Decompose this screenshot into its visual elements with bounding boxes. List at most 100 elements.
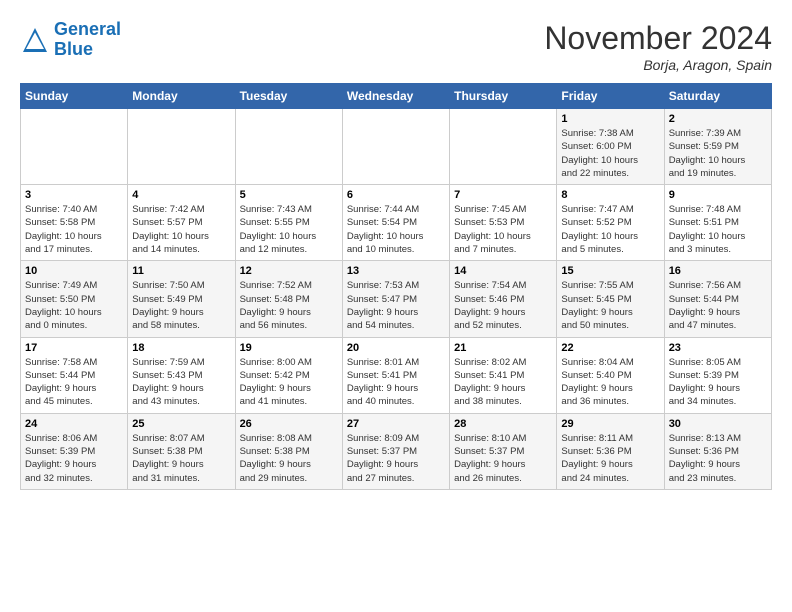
day-number: 3 (25, 189, 123, 201)
calendar-cell: 11 Sunrise: 7:50 AMSunset: 5:49 PMDayligh… (128, 261, 235, 337)
day-info: Sunrise: 7:55 AMSunset: 5:45 PMDaylight:… (561, 279, 659, 332)
day-number: 29 (561, 418, 659, 430)
day-info: Sunrise: 7:53 AMSunset: 5:47 PMDaylight:… (347, 279, 445, 332)
day-info: Sunrise: 8:10 AMSunset: 5:37 PMDaylight:… (454, 432, 552, 485)
weekday-header: Sunday (21, 84, 128, 109)
day-number: 7 (454, 189, 552, 201)
calendar-cell: 22 Sunrise: 8:04 AMSunset: 5:40 PMDayligh… (557, 337, 664, 413)
calendar-cell: 23Sunrise: 8:05 AMSunset: 5:39 PMDayligh… (664, 337, 771, 413)
calendar-cell: 7 Sunrise: 7:45 AMSunset: 5:53 PMDaylight… (450, 185, 557, 261)
day-number: 6 (347, 189, 445, 201)
day-info: Sunrise: 8:13 AMSunset: 5:36 PMDaylight:… (669, 432, 767, 485)
day-number: 27 (347, 418, 445, 430)
month-title: November 2024 (544, 20, 772, 57)
day-info: Sunrise: 8:08 AMSunset: 5:38 PMDaylight:… (240, 432, 338, 485)
logo-text: General Blue (54, 20, 121, 60)
day-info: Sunrise: 8:02 AMSunset: 5:41 PMDaylight:… (454, 356, 552, 409)
calendar-cell: 12Sunrise: 7:52 AMSunset: 5:48 PMDayligh… (235, 261, 342, 337)
calendar-week-row: 3 Sunrise: 7:40 AMSunset: 5:58 PMDaylight… (21, 185, 772, 261)
day-info: Sunrise: 7:58 AMSunset: 5:44 PMDaylight:… (25, 356, 123, 409)
calendar-cell: 15 Sunrise: 7:55 AMSunset: 5:45 PMDayligh… (557, 261, 664, 337)
calendar-cell: 19Sunrise: 8:00 AMSunset: 5:42 PMDayligh… (235, 337, 342, 413)
day-number: 9 (669, 189, 767, 201)
day-info: Sunrise: 8:06 AMSunset: 5:39 PMDaylight:… (25, 432, 123, 485)
logo-general: General (54, 19, 121, 39)
calendar-cell: 4 Sunrise: 7:42 AMSunset: 5:57 PMDaylight… (128, 185, 235, 261)
day-number: 21 (454, 342, 552, 354)
calendar-cell: 13 Sunrise: 7:53 AMSunset: 5:47 PMDayligh… (342, 261, 449, 337)
day-number: 18 (132, 342, 230, 354)
day-info: Sunrise: 7:44 AMSunset: 5:54 PMDaylight:… (347, 203, 445, 256)
day-number: 30 (669, 418, 767, 430)
calendar-cell: 8 Sunrise: 7:47 AMSunset: 5:52 PMDaylight… (557, 185, 664, 261)
calendar-cell: 18Sunrise: 7:59 AMSunset: 5:43 PMDayligh… (128, 337, 235, 413)
day-number: 12 (240, 265, 338, 277)
day-info: Sunrise: 7:45 AMSunset: 5:53 PMDaylight:… (454, 203, 552, 256)
day-number: 10 (25, 265, 123, 277)
calendar-cell: 10 Sunrise: 7:49 AMSunset: 5:50 PMDayligh… (21, 261, 128, 337)
location: Borja, Aragon, Spain (544, 57, 772, 73)
calendar-cell: 5 Sunrise: 7:43 AMSunset: 5:55 PMDaylight… (235, 185, 342, 261)
day-info: Sunrise: 8:07 AMSunset: 5:38 PMDaylight:… (132, 432, 230, 485)
calendar-cell (235, 109, 342, 185)
weekday-header: Thursday (450, 84, 557, 109)
day-number: 11 (132, 265, 230, 277)
calendar-week-row: 10 Sunrise: 7:49 AMSunset: 5:50 PMDayligh… (21, 261, 772, 337)
day-number: 15 (561, 265, 659, 277)
day-number: 24 (25, 418, 123, 430)
day-number: 20 (347, 342, 445, 354)
calendar-cell: 14 Sunrise: 7:54 AMSunset: 5:46 PMDayligh… (450, 261, 557, 337)
day-info: Sunrise: 8:04 AMSunset: 5:40 PMDaylight:… (561, 356, 659, 409)
weekday-header: Wednesday (342, 84, 449, 109)
day-number: 19 (240, 342, 338, 354)
calendar-cell: 27Sunrise: 8:09 AMSunset: 5:37 PMDayligh… (342, 413, 449, 489)
day-info: Sunrise: 7:42 AMSunset: 5:57 PMDaylight:… (132, 203, 230, 256)
calendar-cell: 29 Sunrise: 8:11 AMSunset: 5:36 PMDayligh… (557, 413, 664, 489)
calendar-cell (128, 109, 235, 185)
day-info: Sunrise: 7:47 AMSunset: 5:52 PMDaylight:… (561, 203, 659, 256)
calendar-cell: 1Sunrise: 7:38 AMSunset: 6:00 PMDaylight… (557, 109, 664, 185)
day-number: 17 (25, 342, 123, 354)
calendar-cell: 6 Sunrise: 7:44 AMSunset: 5:54 PMDaylight… (342, 185, 449, 261)
weekday-header: Friday (557, 84, 664, 109)
day-info: Sunrise: 7:39 AMSunset: 5:59 PMDaylight:… (669, 127, 767, 180)
calendar-cell: 9 Sunrise: 7:48 AMSunset: 5:51 PMDaylight… (664, 185, 771, 261)
day-info: Sunrise: 8:01 AMSunset: 5:41 PMDaylight:… (347, 356, 445, 409)
day-number: 13 (347, 265, 445, 277)
day-info: Sunrise: 7:49 AMSunset: 5:50 PMDaylight:… (25, 279, 123, 332)
day-number: 1 (561, 113, 659, 125)
calendar-cell: 30 Sunrise: 8:13 AMSunset: 5:36 PMDayligh… (664, 413, 771, 489)
calendar-cell: 21 Sunrise: 8:02 AMSunset: 5:41 PMDayligh… (450, 337, 557, 413)
calendar-week-row: 24 Sunrise: 8:06 AMSunset: 5:39 PMDayligh… (21, 413, 772, 489)
calendar-cell (21, 109, 128, 185)
weekday-header: Tuesday (235, 84, 342, 109)
day-number: 5 (240, 189, 338, 201)
title-block: November 2024 Borja, Aragon, Spain (544, 20, 772, 73)
day-info: Sunrise: 7:54 AMSunset: 5:46 PMDaylight:… (454, 279, 552, 332)
day-number: 16 (669, 265, 767, 277)
calendar-cell: 25Sunrise: 8:07 AMSunset: 5:38 PMDayligh… (128, 413, 235, 489)
calendar-cell (450, 109, 557, 185)
calendar-cell (342, 109, 449, 185)
day-info: Sunrise: 7:50 AMSunset: 5:49 PMDaylight:… (132, 279, 230, 332)
calendar-cell: 26Sunrise: 8:08 AMSunset: 5:38 PMDayligh… (235, 413, 342, 489)
weekday-header: Saturday (664, 84, 771, 109)
day-info: Sunrise: 8:05 AMSunset: 5:39 PMDaylight:… (669, 356, 767, 409)
calendar-header-row: SundayMondayTuesdayWednesdayThursdayFrid… (21, 84, 772, 109)
day-number: 8 (561, 189, 659, 201)
logo-icon (20, 25, 50, 55)
calendar-cell: 20 Sunrise: 8:01 AMSunset: 5:41 PMDayligh… (342, 337, 449, 413)
calendar-cell: 16 Sunrise: 7:56 AMSunset: 5:44 PMDayligh… (664, 261, 771, 337)
calendar-week-row: 17 Sunrise: 7:58 AMSunset: 5:44 PMDayligh… (21, 337, 772, 413)
logo: General Blue (20, 20, 121, 60)
page-header: General Blue November 2024 Borja, Aragon… (20, 20, 772, 73)
day-info: Sunrise: 7:43 AMSunset: 5:55 PMDaylight:… (240, 203, 338, 256)
day-info: Sunrise: 7:48 AMSunset: 5:51 PMDaylight:… (669, 203, 767, 256)
calendar-cell: 2Sunrise: 7:39 AMSunset: 5:59 PMDaylight… (664, 109, 771, 185)
day-number: 22 (561, 342, 659, 354)
day-info: Sunrise: 7:56 AMSunset: 5:44 PMDaylight:… (669, 279, 767, 332)
day-info: Sunrise: 8:11 AMSunset: 5:36 PMDaylight:… (561, 432, 659, 485)
day-info: Sunrise: 7:40 AMSunset: 5:58 PMDaylight:… (25, 203, 123, 256)
day-number: 4 (132, 189, 230, 201)
day-number: 14 (454, 265, 552, 277)
